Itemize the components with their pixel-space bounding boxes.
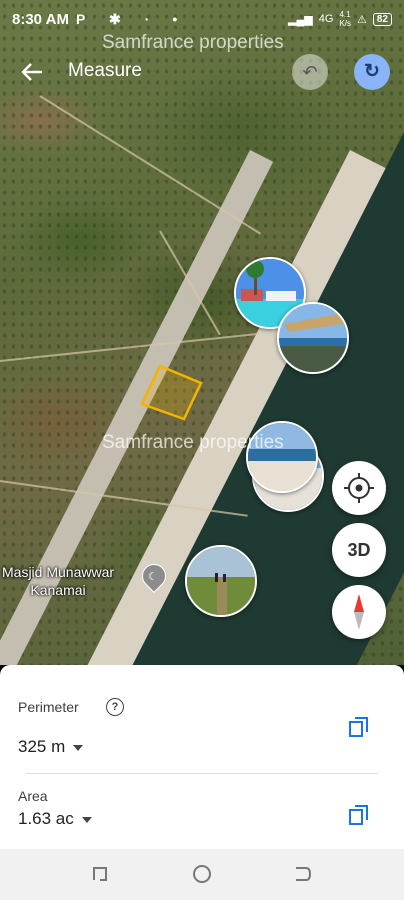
compass-icon (354, 594, 364, 630)
place-label-line1: Masjid Munawwar (2, 564, 115, 580)
photo-thumbnail-field[interactable] (185, 545, 257, 617)
arrow-back-icon (21, 63, 42, 81)
redo-icon: ↻ (364, 61, 380, 82)
satellite-map[interactable]: Masjid Munawwar Kanamai ☾ Samfrance prop… (0, 0, 404, 665)
speed-value: 4.1 (339, 10, 351, 19)
perimeter-value-text: 325 m (18, 737, 66, 756)
3d-toggle-button[interactable]: 3D (332, 523, 386, 577)
undo-icon: ↶ (302, 62, 318, 82)
perimeter-value[interactable]: 325 m (18, 737, 84, 757)
perimeter-label: Perimeter (18, 699, 79, 715)
crescent-icon: ☾ (148, 571, 158, 583)
page-title: Measure (68, 60, 142, 81)
battery-indicator: 82 (372, 12, 392, 26)
watermark-middle: Samfrance properties (102, 432, 284, 453)
speed-readout: 4.1 K/s (339, 10, 351, 28)
back-nav-icon[interactable] (292, 864, 312, 884)
back-button[interactable] (18, 54, 48, 88)
area-value-text: 1.63 ac (18, 809, 74, 828)
top-app-bar: Measure (0, 52, 404, 92)
my-location-icon (344, 473, 374, 503)
speed-unit: K/s (339, 19, 351, 28)
chevron-down-icon (81, 816, 92, 823)
my-location-button[interactable] (332, 461, 386, 515)
status-bar: 8:30 AM P ✱ ∙ • ▂▄▆ 4G 4.1 K/s ⚠ 82 (0, 0, 404, 38)
place-label-line2: Kanamai (30, 582, 86, 598)
signal-icon: ▂▄▆ (288, 13, 313, 26)
undo-button[interactable]: ↶ (292, 54, 328, 90)
home-icon[interactable] (191, 863, 213, 885)
compass-button[interactable] (332, 585, 386, 639)
3d-label: 3D (347, 540, 371, 560)
alert-icon: ⚠ (357, 13, 367, 26)
divider (26, 773, 378, 774)
copy-perimeter-icon[interactable] (348, 716, 370, 738)
copy-area-icon[interactable] (348, 804, 370, 826)
photo-thumbnail-beach-shade[interactable] (277, 302, 349, 374)
chevron-down-icon (73, 744, 84, 751)
network-type: 4G (318, 13, 334, 25)
area-value[interactable]: 1.63 ac (18, 809, 92, 829)
help-icon[interactable]: ? (106, 698, 124, 716)
status-right: ▂▄▆ 4G 4.1 K/s ⚠ 82 (288, 10, 392, 28)
recent-apps-icon[interactable] (90, 864, 110, 884)
clock: 8:30 AM (12, 11, 69, 28)
notification-icons: P ✱ ∙ • (76, 11, 188, 27)
area-label: Area (18, 788, 48, 804)
system-nav-bar (0, 849, 404, 900)
place-label[interactable]: Masjid Munawwar Kanamai (2, 563, 114, 599)
redo-button[interactable]: ↻ (354, 54, 390, 90)
